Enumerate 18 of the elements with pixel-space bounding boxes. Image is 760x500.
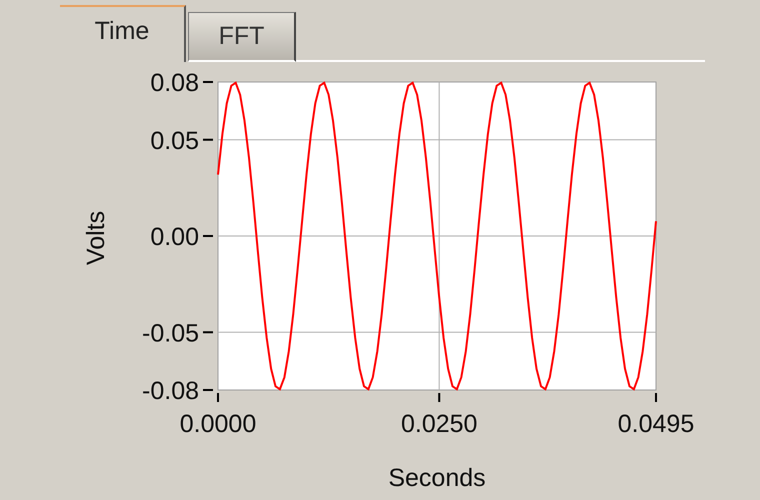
tick-mark bbox=[203, 331, 213, 334]
x-tick-label: 0.0000 bbox=[180, 410, 256, 438]
y-tick-label: 0.05 bbox=[150, 126, 199, 155]
y-tick-label: -0.08 bbox=[142, 377, 199, 405]
tick-mark bbox=[203, 235, 213, 237]
y-tick-label: 0.00 bbox=[150, 223, 199, 251]
y-tick-label: -0.05 bbox=[142, 319, 199, 348]
x-tick-label: 0.0250 bbox=[400, 410, 478, 438]
axis-title: Seconds bbox=[388, 464, 486, 492]
tab[interactable]: Time bbox=[60, 5, 186, 62]
x-tick-label: 0.0495 bbox=[618, 410, 694, 438]
tick-mark bbox=[203, 81, 213, 83]
tick-mark bbox=[655, 393, 657, 402]
tick-mark bbox=[438, 393, 440, 402]
tab[interactable]: FFT bbox=[188, 12, 296, 62]
y-tick-label: 0.08 bbox=[150, 69, 199, 97]
axis-title: Volts bbox=[82, 210, 110, 266]
tick-mark bbox=[203, 138, 213, 141]
